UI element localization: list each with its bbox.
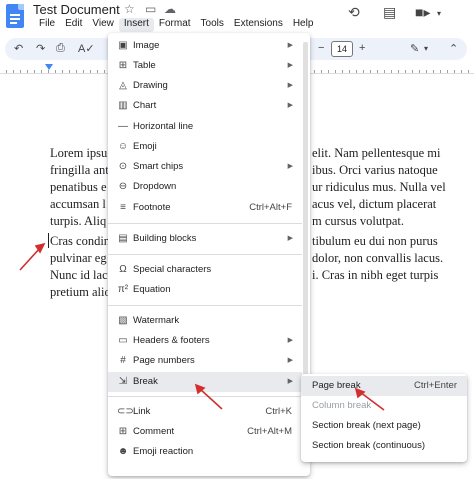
annotation-arrow-cursor [19, 242, 46, 271]
annotation-arrow-break [194, 383, 223, 410]
annotation-arrows [19, 242, 385, 411]
annotation-arrow-page-break [354, 387, 385, 411]
